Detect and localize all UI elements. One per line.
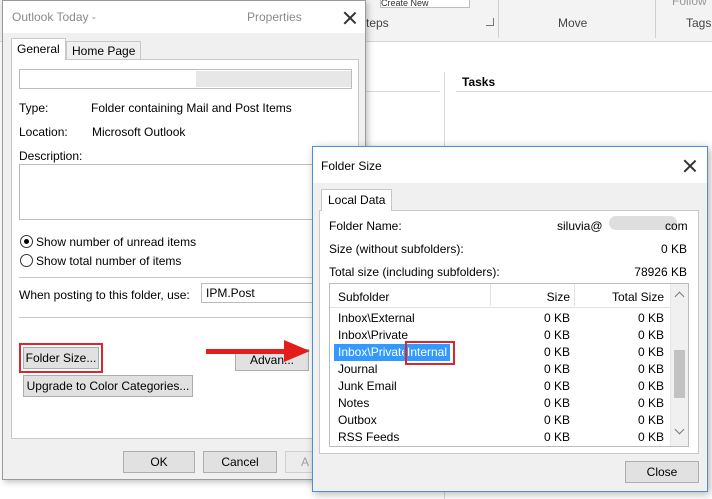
ribbon-group-quick-steps-label: teps: [366, 16, 389, 30]
scroll-down-arrow-icon[interactable]: [674, 424, 685, 435]
folder-size-dialog: Folder Size Local Data Folder Name: silu…: [312, 146, 708, 492]
subfolder-total: 0 KB: [637, 345, 664, 359]
column-subfolder[interactable]: Subfolder: [338, 290, 389, 304]
tab-local-data[interactable]: Local Data: [321, 189, 393, 211]
total-size-value: 78926 KB: [634, 265, 687, 279]
properties-titlebar: Outlook Today - Properties: [3, 1, 365, 33]
subfolder-size: 0 KB: [543, 328, 570, 342]
dialog-title-suffix: Properties: [247, 10, 302, 24]
type-value: Folder containing Mail and Post Items: [91, 101, 292, 115]
scroll-up-arrow-icon[interactable]: [674, 291, 685, 302]
subfolder-size: 0 KB: [543, 413, 570, 427]
close-icon[interactable]: [683, 159, 697, 173]
subfolder-name: Notes: [338, 396, 370, 410]
description-textarea[interactable]: [19, 164, 351, 220]
subfolder-total: 0 KB: [637, 328, 664, 342]
ok-button[interactable]: OK: [123, 451, 195, 473]
subfolder-total: 0 KB: [637, 396, 664, 410]
table-row[interactable]: Journal 0 KB 0 KB: [330, 361, 670, 378]
redacted-name-disabled: [196, 71, 351, 87]
total-size-label: Total size (including subfolders):: [329, 265, 500, 279]
close-button[interactable]: Close: [625, 461, 699, 483]
table-row[interactable]: RSS Feeds 0 KB 0 KB: [330, 429, 670, 446]
subfolder-name-selected: Inbox\Private: [334, 344, 411, 361]
subfolder-name: Journal: [338, 362, 378, 376]
column-separator: [574, 284, 575, 306]
subfolder-name: Inbox\Private: [338, 328, 409, 342]
dialog-title: Folder Size: [321, 159, 382, 173]
table-row-selected[interactable]: Inbox\Private Internal 0 KB 0 KB: [330, 344, 670, 361]
posting-label: When posting to this folder, use:: [19, 288, 190, 302]
folder-size-titlebar: Folder Size: [313, 147, 707, 183]
annotation-arrow-shaft: [206, 349, 286, 354]
divider: [19, 277, 351, 278]
divider: [19, 317, 351, 318]
folder-name-label: Folder Name:: [329, 219, 402, 233]
subfolder-name: Inbox\External: [338, 311, 415, 325]
subfolder-size: 0 KB: [543, 379, 570, 393]
subfolder-size: 0 KB: [543, 362, 570, 376]
quick-steps-launcher-icon[interactable]: [486, 18, 494, 26]
vertical-scrollbar[interactable]: [670, 284, 688, 446]
type-label: Type:: [19, 101, 49, 115]
location-value: Microsoft Outlook: [92, 125, 186, 139]
subfolder-total: 0 KB: [637, 362, 664, 376]
list-header: Subfolder Size Total Size: [330, 284, 670, 308]
subfolder-total: 0 KB: [637, 379, 664, 393]
annotation-highlight-box: [19, 343, 103, 373]
ribbon-separator: [498, 0, 499, 38]
table-row[interactable]: Junk Email 0 KB 0 KB: [330, 378, 670, 395]
size-label: Size (without subfolders):: [329, 242, 464, 256]
close-icon[interactable]: [343, 11, 357, 25]
subfolder-size: 0 KB: [543, 430, 570, 444]
column-size[interactable]: Size: [494, 290, 570, 304]
ribbon-separator: [655, 0, 656, 38]
ribbon-group-move-label: Move: [558, 16, 588, 30]
table-row[interactable]: Notes 0 KB 0 KB: [330, 395, 670, 412]
location-label: Location:: [19, 125, 68, 139]
ribbon-group-tags-label: Tags: [686, 16, 712, 30]
subfolder-name: Junk Email: [338, 379, 397, 393]
folder-name-value-end: com: [665, 219, 688, 233]
annotation-arrow-head: [284, 340, 310, 362]
subfolder-name: RSS Feeds: [338, 430, 400, 444]
upgrade-color-categories-button[interactable]: Upgrade to Color Categories...: [23, 375, 193, 397]
column-total-size[interactable]: Total Size: [578, 290, 664, 304]
subfolder-list[interactable]: Subfolder Size Total Size Inbox\External…: [329, 283, 689, 447]
dialog-title: Outlook Today -: [12, 10, 96, 24]
subfolder-total: 0 KB: [637, 413, 664, 427]
redacted-name: [21, 71, 181, 87]
subfolder-size: 0 KB: [543, 311, 570, 325]
cancel-button[interactable]: Cancel: [203, 451, 277, 473]
ribbon-follow-up-label[interactable]: Follow: [672, 0, 707, 8]
radio-unread-items[interactable]: [20, 235, 33, 248]
radio-unread-label[interactable]: Show number of unread items: [36, 235, 196, 249]
subfolder-name: Outbox: [338, 413, 377, 427]
radio-total-items[interactable]: [20, 254, 33, 267]
subfolder-total: 0 KB: [637, 311, 664, 325]
scroll-thumb[interactable]: [674, 350, 685, 398]
folder-name-field[interactable]: [19, 69, 352, 89]
tasks-heading: Tasks: [456, 74, 712, 92]
quick-step-create-new[interactable]: Create New: [380, 0, 470, 8]
table-row[interactable]: Inbox\External 0 KB 0 KB: [330, 310, 670, 327]
table-row[interactable]: Inbox\Private 0 KB 0 KB: [330, 327, 670, 344]
description-label: Description:: [19, 149, 83, 163]
calendar-column-header: [364, 72, 440, 92]
subfolder-size: 0 KB: [543, 396, 570, 410]
tab-general[interactable]: General: [11, 38, 66, 60]
size-value: 0 KB: [660, 242, 687, 256]
subfolder-total: 0 KB: [637, 430, 664, 444]
tab-home-page[interactable]: Home Page: [66, 41, 142, 60]
subfolder-size: 0 KB: [543, 345, 570, 359]
table-row[interactable]: Outbox 0 KB 0 KB: [330, 412, 670, 429]
radio-total-label[interactable]: Show total number of items: [36, 254, 181, 268]
column-separator: [490, 284, 491, 306]
folder-name-value: siluvia@: [557, 219, 603, 233]
